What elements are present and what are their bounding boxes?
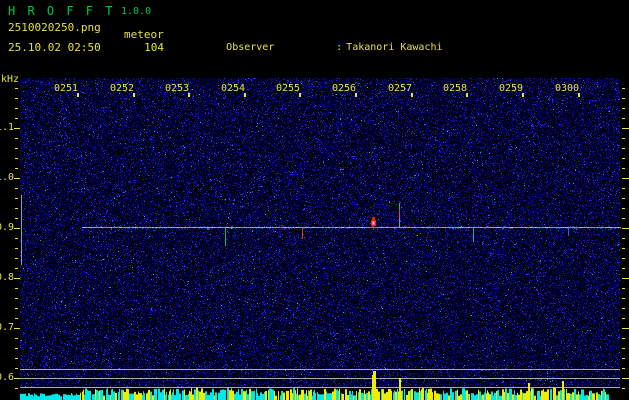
time-tick-label: 0254	[221, 83, 246, 94]
khz-tick-label: 0.8	[0, 272, 15, 283]
khz-tick-label: 0.6	[0, 372, 15, 383]
time-tick-label: 0259	[499, 83, 524, 94]
time-tick-label: 0252	[110, 83, 135, 94]
khz-tick-label: 1.1	[0, 122, 15, 133]
echo-count: 104	[144, 41, 164, 54]
time-tick-label: 0255	[276, 83, 301, 94]
time-tick-label: 0258	[443, 83, 468, 94]
info-row-location: Receiving Location:Ogaki, Gifu, JAPAN (1…	[178, 66, 563, 89]
time-tick-label: 0257	[388, 83, 413, 94]
date-time: 25.10.02 02:50	[8, 41, 101, 54]
info-row-observer: Observer: Takanori Kawachi	[178, 30, 563, 53]
hrofft-screen: H R O F F T 1.0.0 2510020250.png meteor …	[0, 0, 629, 400]
khz-tick-label: 1.0	[0, 172, 15, 183]
time-tick-label: 0256	[332, 83, 357, 94]
khz-tick-label: 0.7	[0, 322, 15, 333]
info-value: Takanori Kawachi	[346, 42, 443, 53]
khz-tick-label: 0.9	[0, 222, 15, 233]
spectrogram-canvas	[0, 78, 629, 400]
time-tick-label: 0253	[165, 83, 190, 94]
info-separator: :	[336, 42, 343, 53]
app-title: H R O F F T	[8, 4, 115, 18]
time-tick-label: 0251	[54, 83, 79, 94]
output-filename: 2510020250.png	[8, 21, 101, 34]
app-version: 1.0.0	[121, 6, 152, 17]
time-tick-label: 0300	[555, 83, 580, 94]
mode-label: meteor	[124, 28, 164, 41]
info-label: Observer	[226, 42, 275, 53]
y-axis-unit-label: kHz	[1, 74, 20, 85]
